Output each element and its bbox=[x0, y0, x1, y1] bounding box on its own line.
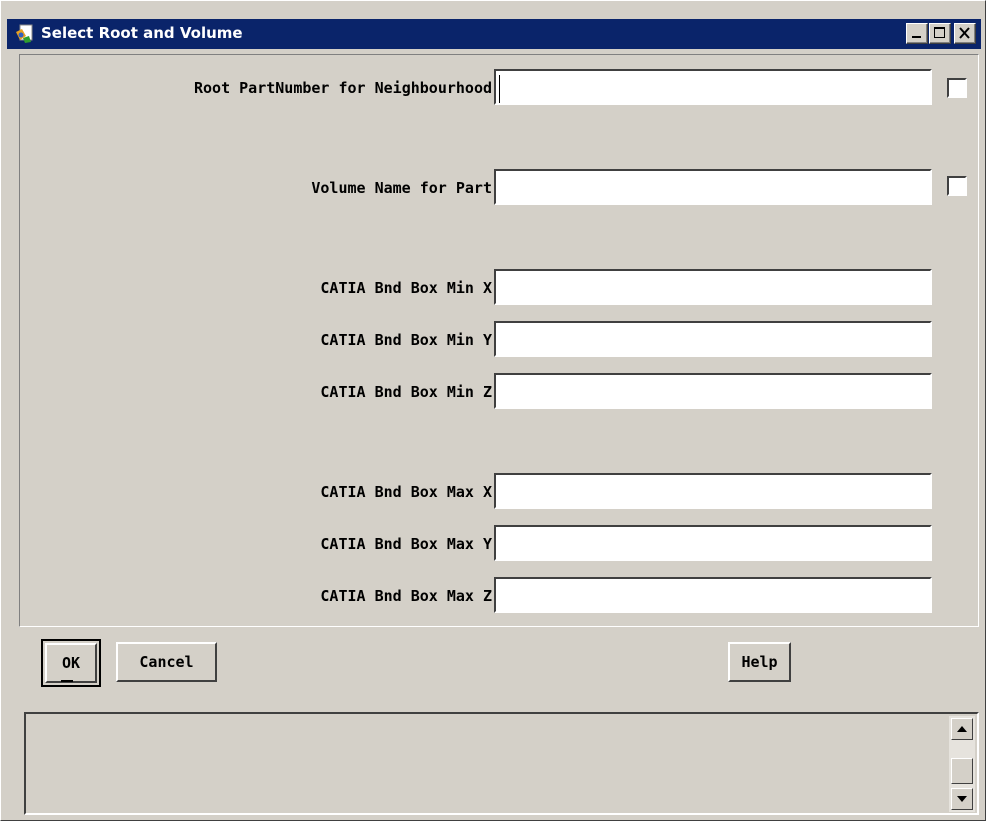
maximize-icon bbox=[934, 27, 945, 38]
bnd-box-min-y-input[interactable] bbox=[494, 321, 932, 357]
help-button[interactable]: Help bbox=[728, 642, 791, 682]
bnd-box-max-z-label: CATIA Bnd Box Max Z bbox=[320, 587, 492, 605]
bnd-box-min-x-input[interactable] bbox=[494, 269, 932, 305]
message-area[interactable] bbox=[24, 712, 979, 815]
catia-app-icon bbox=[16, 24, 33, 43]
cancel-button[interactable]: Cancel bbox=[116, 642, 217, 682]
volume-name-label: Volume Name for Part bbox=[311, 179, 492, 197]
scroll-down-button[interactable] bbox=[951, 788, 973, 810]
scrollbar-thumb[interactable] bbox=[951, 758, 973, 784]
vertical-scrollbar[interactable] bbox=[949, 716, 975, 812]
bnd-box-min-y-label: CATIA Bnd Box Min Y bbox=[320, 331, 492, 349]
arrow-down-icon bbox=[957, 796, 967, 802]
root-partnumber-label: Root PartNumber for Neighbourhood bbox=[193, 79, 492, 97]
dialog-window: Select Root and Volume Root PartNumber f… bbox=[0, 0, 986, 821]
window-title: Select Root and Volume bbox=[41, 24, 243, 42]
bnd-box-min-x-label: CATIA Bnd Box Min X bbox=[320, 279, 492, 297]
scroll-up-button[interactable] bbox=[951, 718, 973, 740]
volume-name-input[interactable] bbox=[494, 169, 932, 205]
bnd-box-max-x-input[interactable] bbox=[494, 473, 932, 509]
title-bar[interactable]: Select Root and Volume bbox=[7, 19, 981, 49]
arrow-up-icon bbox=[957, 726, 967, 732]
close-icon bbox=[959, 27, 970, 39]
bnd-box-min-z-input[interactable] bbox=[494, 373, 932, 409]
minimize-button[interactable] bbox=[906, 23, 928, 44]
minimize-icon bbox=[912, 36, 921, 38]
bnd-box-max-z-input[interactable] bbox=[494, 577, 932, 613]
ok-button[interactable]: OK bbox=[45, 643, 97, 683]
root-partnumber-checkbox[interactable] bbox=[947, 78, 967, 98]
ok-mnemonic-underline bbox=[61, 680, 73, 682]
volume-name-checkbox[interactable] bbox=[947, 176, 967, 196]
text-caret bbox=[499, 75, 500, 103]
bnd-box-max-x-label: CATIA Bnd Box Max X bbox=[320, 483, 492, 501]
bnd-box-max-y-label: CATIA Bnd Box Max Y bbox=[320, 535, 492, 553]
root-partnumber-input[interactable] bbox=[494, 69, 932, 105]
close-button[interactable] bbox=[954, 23, 976, 44]
bnd-box-min-z-label: CATIA Bnd Box Min Z bbox=[320, 383, 492, 401]
bnd-box-max-y-input[interactable] bbox=[494, 525, 932, 561]
maximize-button[interactable] bbox=[929, 23, 951, 44]
